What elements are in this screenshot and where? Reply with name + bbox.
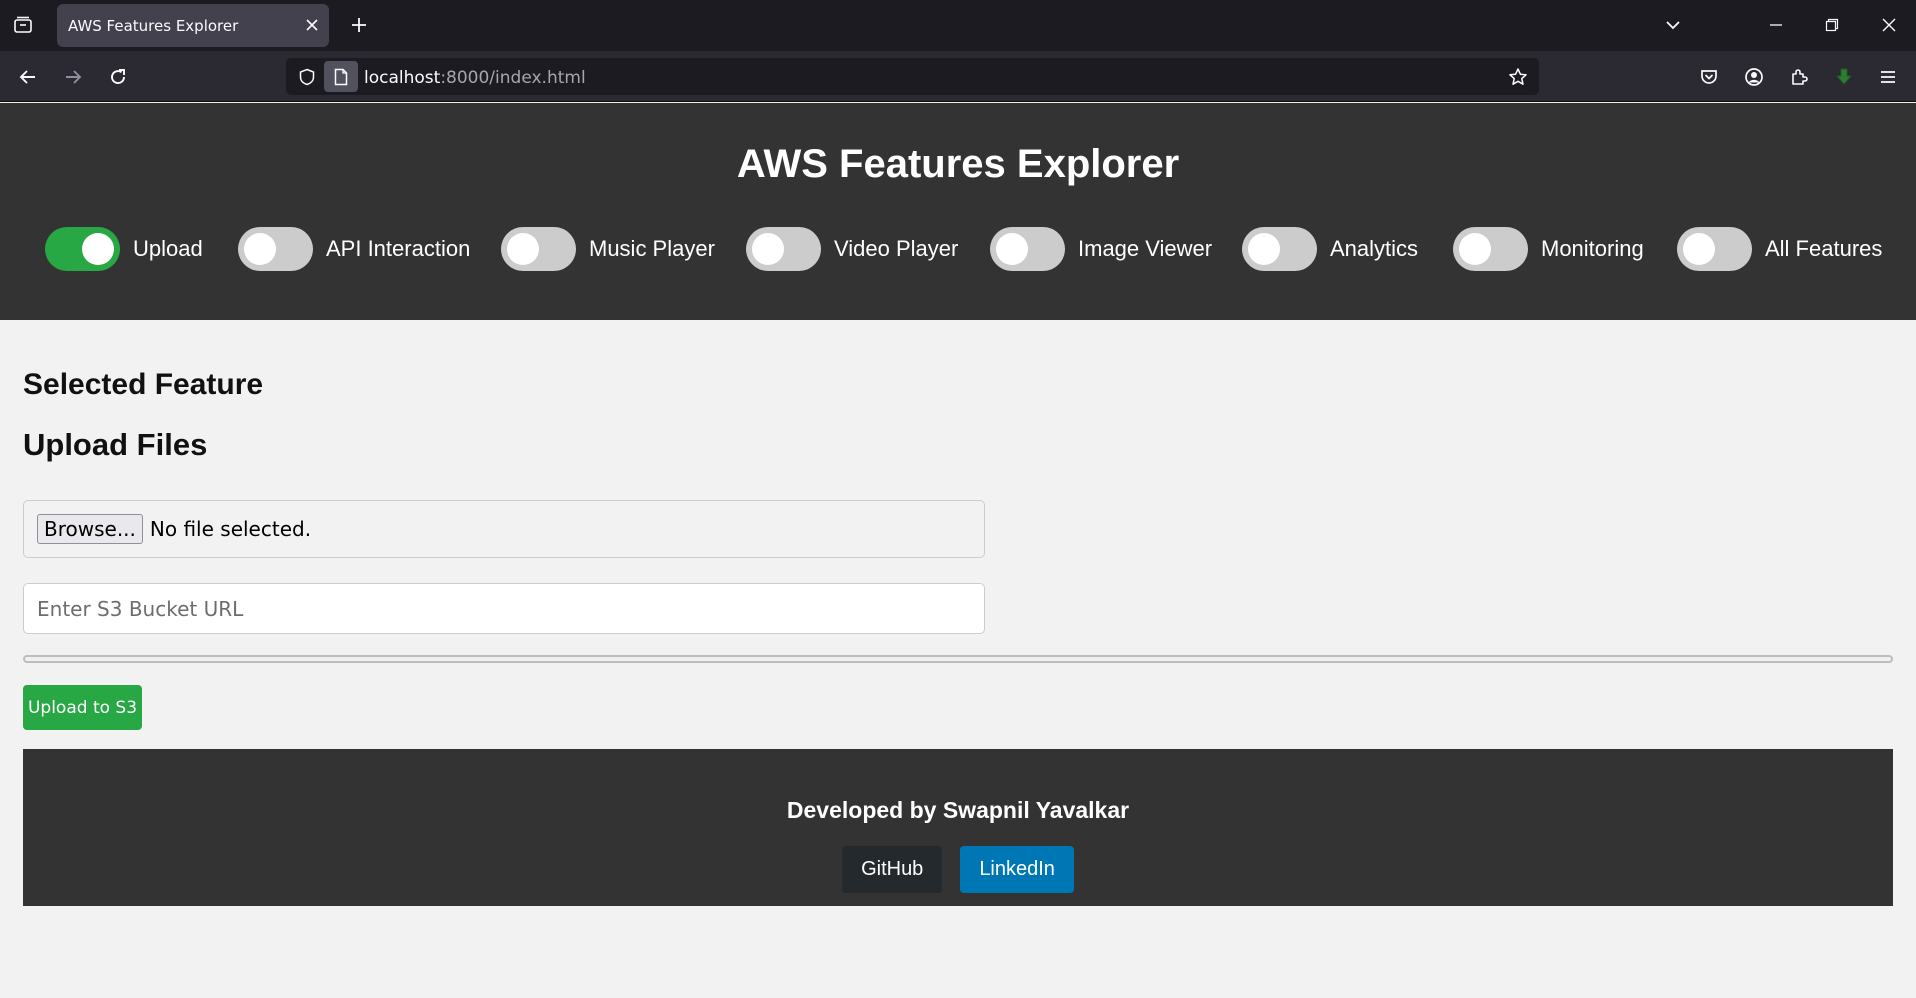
toggle-switch[interactable] <box>1453 227 1528 271</box>
toggle-switch[interactable] <box>1677 227 1752 271</box>
linkedin-link[interactable]: LinkedIn <box>960 846 1074 893</box>
toggle-all-features[interactable]: All Features <box>1677 227 1882 271</box>
restore-icon[interactable] <box>1819 12 1845 38</box>
selected-feature-heading: Selected Feature <box>23 368 264 401</box>
toggle-label: Video Player <box>834 236 959 261</box>
toggle-label: Analytics <box>1330 236 1419 261</box>
toggle-knob <box>82 233 114 265</box>
toggle-label: Monitoring <box>1541 236 1644 261</box>
bookmark-star-icon[interactable] <box>1505 64 1531 90</box>
url-host: localhost <box>364 68 441 88</box>
account-icon[interactable] <box>1740 63 1768 91</box>
browser-tab[interactable]: AWS Features Explorer <box>57 4 329 47</box>
toggle-api-interaction[interactable]: API Interaction <box>238 227 470 271</box>
new-tab-icon[interactable] <box>346 12 372 38</box>
tab-title: AWS Features Explorer <box>68 17 239 35</box>
browse-button[interactable]: Browse... <box>37 514 143 544</box>
tab-list-icon[interactable] <box>10 12 36 38</box>
toggle-music-player[interactable]: Music Player <box>501 227 715 271</box>
file-status: No file selected. <box>149 517 312 541</box>
file-input[interactable]: Browse... No file selected. <box>23 500 985 558</box>
toggle-knob <box>996 233 1028 265</box>
download-icon[interactable] <box>1830 63 1858 91</box>
site-footer: Developed by Swapnil Yavalkar GitHub Lin… <box>23 749 1893 906</box>
toggle-image-viewer[interactable]: Image Viewer <box>990 227 1212 271</box>
toggle-switch[interactable] <box>501 227 576 271</box>
toggle-switch[interactable] <box>1242 227 1317 271</box>
page-title: AWS Features Explorer <box>736 142 1180 186</box>
toggle-upload[interactable]: Upload <box>45 227 203 271</box>
toggle-label: Music Player <box>589 236 715 261</box>
list-all-tabs-icon[interactable] <box>1660 12 1686 38</box>
minimize-icon[interactable] <box>1763 12 1789 38</box>
window-close-icon[interactable] <box>1876 12 1902 38</box>
toggle-video-player[interactable]: Video Player <box>746 227 958 271</box>
toggle-label: Image Viewer <box>1078 236 1213 261</box>
toggle-knob <box>244 233 276 265</box>
upload-to-s3-button[interactable]: Upload to S3 <box>23 685 142 730</box>
shield-icon[interactable] <box>294 64 320 90</box>
github-link[interactable]: GitHub <box>842 846 943 893</box>
toggle-analytics[interactable]: Analytics <box>1242 227 1418 271</box>
reload-icon[interactable] <box>104 63 132 91</box>
s3-bucket-url-input[interactable] <box>23 583 985 634</box>
toggle-knob <box>752 233 784 265</box>
page-icon[interactable] <box>324 61 358 92</box>
footer-credit: Developed by Swapnil Yavalkar <box>786 797 1130 823</box>
toggle-monitoring[interactable]: Monitoring <box>1453 227 1644 271</box>
extensions-icon[interactable] <box>1785 63 1813 91</box>
toggle-knob <box>1683 233 1715 265</box>
toggle-label: API Interaction <box>326 236 471 261</box>
toggle-label: All Features <box>1765 236 1883 261</box>
toggle-switch[interactable] <box>990 227 1065 271</box>
url-path: :8000/index.html <box>440 68 586 88</box>
footer-links: GitHub LinkedIn <box>23 846 1893 893</box>
pocket-icon[interactable] <box>1695 63 1723 91</box>
feature-toggles: Upload API Interaction Music Player Vide… <box>0 227 1916 271</box>
toggle-switch[interactable] <box>746 227 821 271</box>
back-icon[interactable] <box>14 63 42 91</box>
toggle-label: Upload <box>133 236 203 261</box>
toggle-knob <box>507 233 539 265</box>
url-bar[interactable]: localhost:8000/index.html <box>286 58 1539 95</box>
browser-nav-bar: localhost:8000/index.html <box>0 51 1916 102</box>
forward-icon[interactable] <box>59 63 87 91</box>
toggle-switch[interactable] <box>45 227 120 271</box>
toggle-knob <box>1459 233 1491 265</box>
upload-progress-bar <box>23 655 1893 663</box>
browser-tab-bar: AWS Features Explorer <box>0 0 1916 51</box>
close-icon[interactable] <box>303 16 321 34</box>
url-text[interactable]: localhost:8000/index.html <box>364 68 586 88</box>
upload-files-heading: Upload Files <box>23 427 208 462</box>
toggle-switch[interactable] <box>238 227 313 271</box>
site-header: AWS Features Explorer Upload API Interac… <box>0 103 1916 320</box>
menu-icon[interactable] <box>1874 63 1902 91</box>
toggle-knob <box>1248 233 1280 265</box>
